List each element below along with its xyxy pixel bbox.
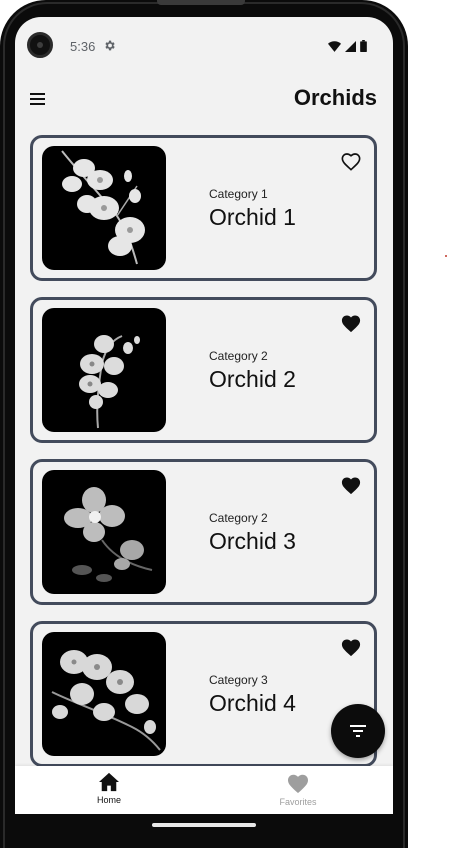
bottom-navigation: Home Favorites <box>15 766 393 814</box>
page-title: Orchids <box>293 85 377 110</box>
orchid-category: Category 1 <box>209 187 268 201</box>
nav-label-favorites: Favorites <box>279 797 317 807</box>
orchid-image <box>42 308 166 432</box>
filter-icon <box>350 725 366 737</box>
signal-icon <box>345 40 356 52</box>
heart-outline-icon[interactable] <box>340 151 362 171</box>
orchid-category: Category 3 <box>209 673 268 687</box>
status-bar: 5:36 <box>15 17 393 75</box>
nav-item-favorites[interactable]: Favorites <box>228 766 368 814</box>
orchid-image <box>42 470 166 594</box>
orchid-card[interactable]: Category 2 Orchid 3 <box>30 459 377 605</box>
orchid-name: Orchid 1 <box>209 204 296 230</box>
gesture-home-bar[interactable] <box>152 823 256 827</box>
top-speaker <box>157 0 245 5</box>
orchid-name: Orchid 4 <box>209 690 296 716</box>
orchid-category: Category 2 <box>209 511 268 525</box>
heart-filled-icon[interactable] <box>340 637 362 657</box>
home-icon <box>99 772 119 792</box>
orchid-card[interactable]: Category 2 Orchid 2 <box>30 297 377 443</box>
orchid-card[interactable]: Category 3 Orchid 4 <box>30 621 377 767</box>
wifi-icon <box>328 40 341 52</box>
orchid-name: Orchid 3 <box>209 528 296 554</box>
filter-button[interactable] <box>331 704 385 758</box>
orchid-name: Orchid 2 <box>209 366 296 392</box>
heart-filled-icon[interactable] <box>340 475 362 495</box>
settings-gear-icon <box>105 40 115 51</box>
orchid-image <box>42 146 166 270</box>
hamburger-menu-icon[interactable] <box>30 87 54 111</box>
orchid-card[interactable]: Category 1 Orchid 1 <box>30 135 377 281</box>
orchid-image <box>42 632 166 756</box>
stray-dot <box>445 255 447 257</box>
nav-item-home[interactable]: Home <box>39 766 179 814</box>
app-bar: Orchids <box>15 75 393 121</box>
heart-icon <box>288 774 308 793</box>
status-icons <box>328 40 367 52</box>
status-time: 5:36 <box>70 39 96 54</box>
orchid-category: Category 2 <box>209 349 268 363</box>
front-camera <box>27 32 53 58</box>
nav-label-home: Home <box>96 795 121 805</box>
app-screen: 5:36 Orchids Category 1 Orchid 1 Categor… <box>15 17 393 814</box>
phone-frame: 5:36 Orchids Category 1 Orchid 1 Categor… <box>0 0 408 848</box>
battery-icon <box>360 40 367 52</box>
heart-filled-icon[interactable] <box>340 313 362 333</box>
